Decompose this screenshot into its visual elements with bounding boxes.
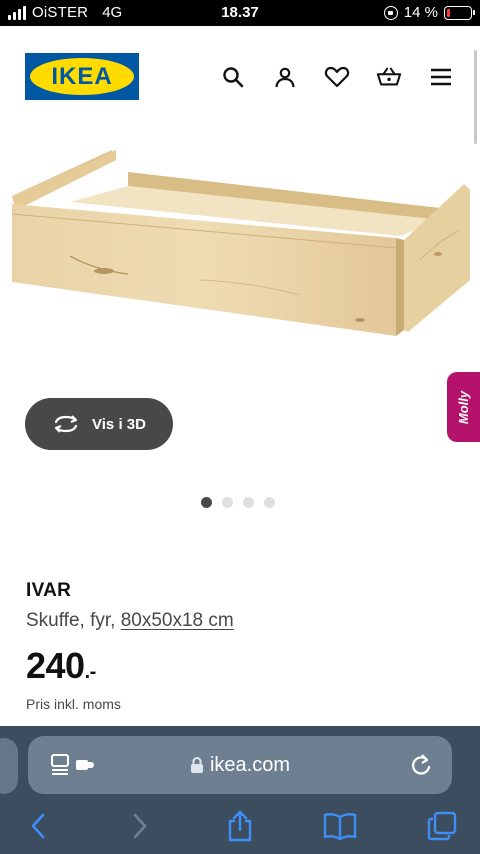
carousel-dot[interactable] [201,497,212,508]
back-icon[interactable] [20,808,56,844]
user-icon[interactable] [272,64,298,90]
forward-icon[interactable] [122,808,158,844]
browser-bottom-bar: ikea.com [0,726,480,854]
bookmarks-icon[interactable] [322,808,358,844]
address-bar[interactable]: ikea.com [28,736,452,794]
site-header: IKEA [0,26,480,126]
url-domain: ikea.com [209,753,291,776]
lock-icon [190,757,203,773]
price-value: 240 [26,645,85,686]
reload-icon[interactable] [410,753,432,782]
browser-toolbar [0,808,480,844]
carousel-dot[interactable] [243,497,254,508]
ikea-logo[interactable]: IKEA [25,53,139,100]
product-image[interactable] [0,130,480,370]
share-icon[interactable] [222,808,258,844]
view-3d-label: Vis i 3D [92,415,146,433]
search-icon[interactable] [220,64,246,90]
carousel-dot[interactable] [222,497,233,508]
price-suffix: .- [84,661,97,683]
rotate-3d-icon [54,415,78,433]
heart-icon[interactable] [324,64,350,90]
molly-chat-button[interactable]: Molly [447,372,480,442]
menu-icon[interactable] [428,64,454,90]
tabs-icon[interactable] [424,808,460,844]
basket-icon[interactable] [376,64,402,90]
product-dimensions-link[interactable]: 80x50x18 cm [121,610,234,631]
previous-tab-preview[interactable] [0,738,18,794]
rotation-lock-icon [383,5,398,20]
battery-icon [444,5,475,20]
product-type: Skuffe, fyr, [26,610,121,631]
molly-label: Molly [456,390,472,424]
status-bar: OiSTER 4G 18.37 14 % [0,0,480,26]
view-3d-button[interactable]: Vis i 3D [25,398,173,450]
carousel-indicator[interactable] [0,497,478,508]
logo-text: IKEA [51,62,113,90]
product-description: Skuffe, fyr, 80x50x18 cm [26,610,234,632]
product-name: IVAR [26,580,72,601]
product-price: 240.- [26,645,96,687]
battery-percent: 14 % [403,4,438,21]
carousel-dot[interactable] [264,497,275,508]
vat-note: Pris inkl. moms [26,696,121,712]
